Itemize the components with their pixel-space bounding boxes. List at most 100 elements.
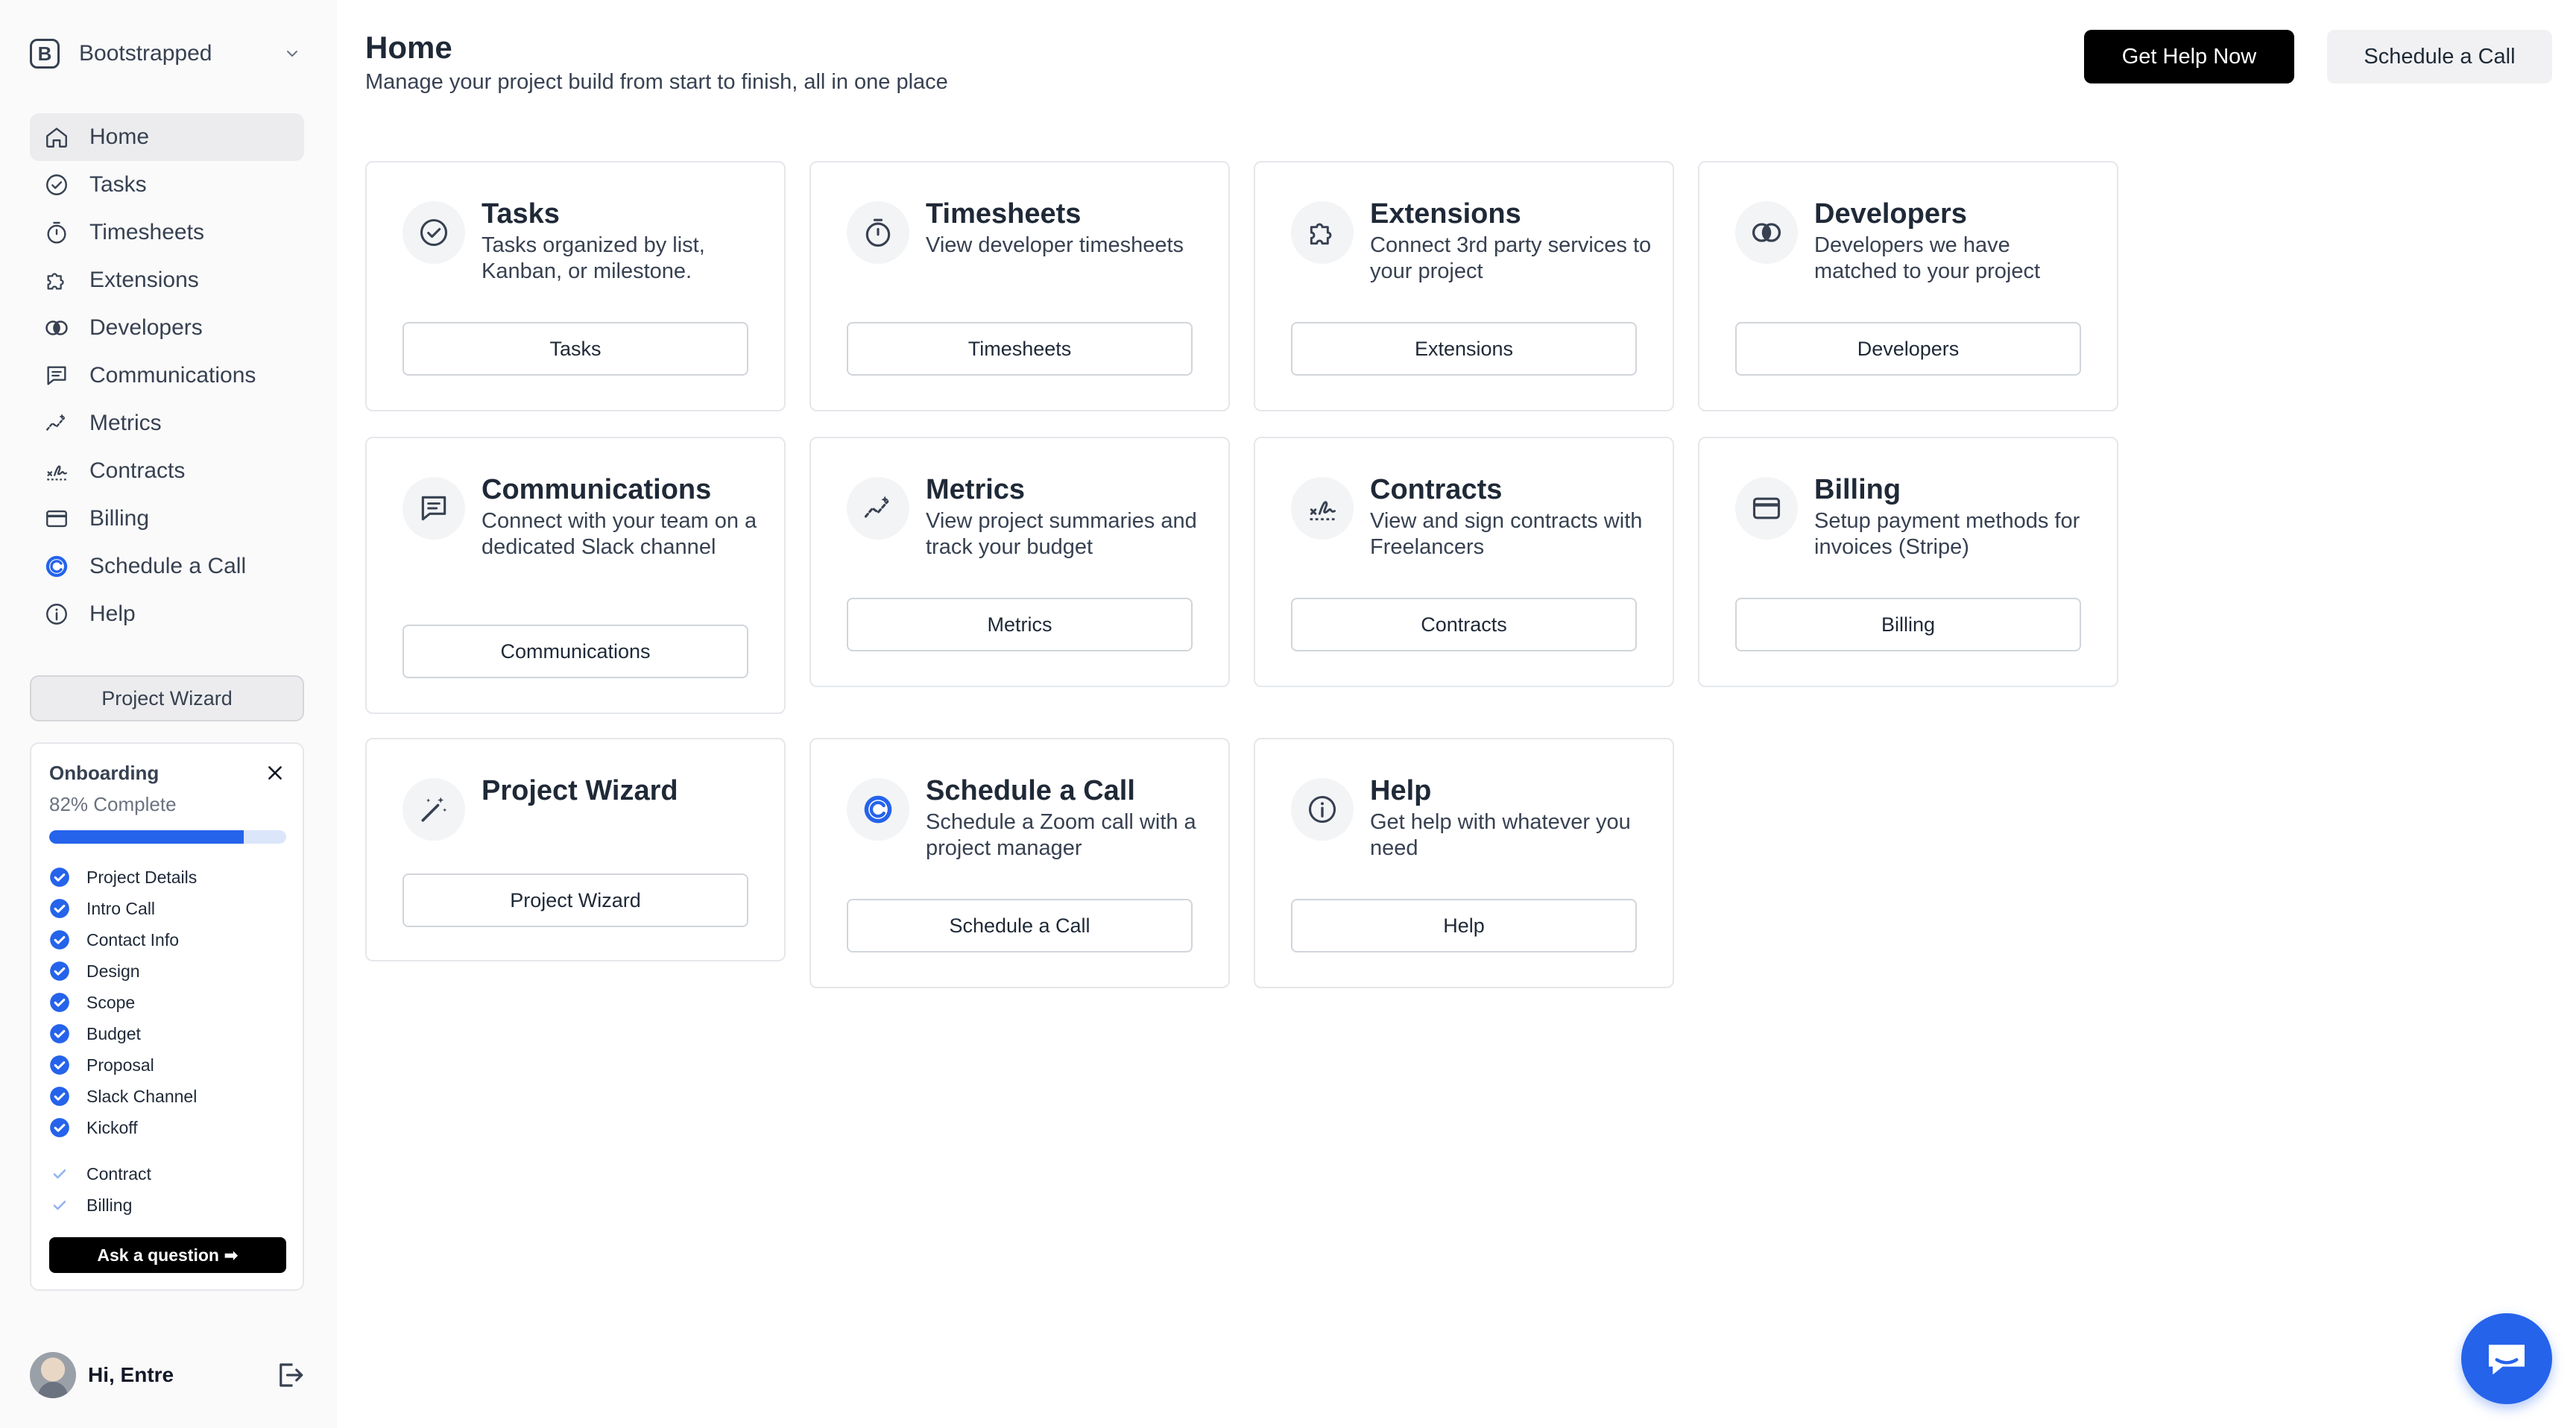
- sidebar-item-extensions[interactable]: Extensions: [30, 256, 304, 304]
- card-communications: Communications Connect with your team on…: [365, 437, 786, 714]
- logout-icon[interactable]: [274, 1359, 306, 1391]
- schedule-call-button[interactable]: Schedule a Call: [2327, 30, 2552, 83]
- card-title: Timesheets: [926, 198, 1082, 230]
- user-profile: Hi, Entre: [30, 1350, 306, 1400]
- metrics-button[interactable]: Metrics: [847, 598, 1193, 651]
- card-description: View project summaries and track your bu…: [926, 509, 1197, 559]
- onboarding-panel: Onboarding 82% Complete Project Details …: [30, 742, 304, 1291]
- sidebar-item-communications[interactable]: Communications: [30, 352, 304, 399]
- checklist-item-label: Scope: [86, 992, 136, 1012]
- page-subtitle: Manage your project build from start to …: [365, 70, 948, 94]
- timesheets-button[interactable]: Timesheets: [847, 322, 1193, 376]
- avatar[interactable]: [30, 1352, 76, 1398]
- card-description: Setup payment methods for invoices (Stri…: [1814, 509, 2080, 559]
- extensions-button[interactable]: Extensions: [1291, 322, 1637, 376]
- chat-launcher-button[interactable]: [2461, 1313, 2552, 1404]
- card-title: Help: [1370, 775, 1432, 806]
- card-schedule-call: Schedule a Call Schedule a Zoom call wit…: [809, 738, 1230, 988]
- credit-card-icon: [43, 505, 70, 532]
- schedule-call-card-button[interactable]: Schedule a Call: [847, 899, 1193, 952]
- sidebar-item-contracts[interactable]: Contracts: [30, 447, 304, 495]
- checklist-item-label: Contact Info: [86, 929, 180, 950]
- checklist-item[interactable]: Scope: [49, 987, 197, 1018]
- checklist-item[interactable]: Kickoff: [49, 1112, 197, 1143]
- checklist-item[interactable]: Slack Channel: [49, 1081, 197, 1112]
- checklist-item-label: Proposal: [86, 1055, 154, 1075]
- sidebar: B Bootstrapped Home Tasks Timesheets Ext…: [0, 0, 337, 1428]
- card-title: Tasks: [482, 198, 560, 230]
- card-timesheets: Timesheets View developer timesheets Tim…: [809, 161, 1230, 411]
- checklist-item-label: Design: [86, 961, 140, 981]
- onboarding-progress-fill: [49, 830, 244, 844]
- onboarding-percent: 82% Complete: [49, 793, 177, 815]
- card-title: Project Wizard: [482, 775, 678, 806]
- sidebar-item-label: Help: [89, 601, 136, 626]
- ask-question-button[interactable]: Ask a question ➡: [49, 1237, 286, 1273]
- sidebar-item-label: Communications: [89, 363, 256, 388]
- checklist-item-pending[interactable]: Billing: [49, 1190, 197, 1221]
- check-filled-icon: [49, 992, 70, 1013]
- sidebar-item-home[interactable]: Home: [30, 113, 304, 161]
- card-description: View developer timesheets: [926, 233, 1184, 257]
- project-wizard-button[interactable]: Project Wizard: [30, 675, 304, 721]
- card-title: Contracts: [1370, 474, 1503, 505]
- checklist-item-pending[interactable]: Contract: [49, 1158, 197, 1190]
- check-filled-icon: [49, 1117, 70, 1138]
- developers-button[interactable]: Developers: [1735, 322, 2081, 376]
- check-circle-icon: [43, 171, 70, 198]
- checklist-item[interactable]: Design: [49, 955, 197, 987]
- page-title: Home: [365, 30, 452, 65]
- checklist-item[interactable]: Proposal: [49, 1049, 197, 1081]
- close-icon[interactable]: [265, 763, 285, 783]
- contracts-button[interactable]: Contracts: [1291, 598, 1637, 651]
- signature-icon: [43, 458, 70, 484]
- tasks-button[interactable]: Tasks: [402, 322, 748, 376]
- sidebar-nav: Home Tasks Timesheets Extensions Develop…: [30, 113, 304, 638]
- card-developers: Developers Developers we have matched to…: [1698, 161, 2118, 411]
- checklist-item[interactable]: Intro Call: [49, 893, 197, 924]
- info-icon: [43, 601, 70, 628]
- card-title: Billing: [1814, 474, 1901, 505]
- sidebar-item-tasks[interactable]: Tasks: [30, 161, 304, 209]
- checklist-item[interactable]: Budget: [49, 1018, 197, 1049]
- sidebar-item-label: Developers: [89, 315, 203, 340]
- card-title: Schedule a Call: [926, 775, 1135, 806]
- sidebar-item-billing[interactable]: Billing: [30, 495, 304, 543]
- chat-icon: [402, 477, 465, 540]
- sidebar-item-label: Timesheets: [89, 220, 204, 244]
- check-filled-icon: [49, 1023, 70, 1044]
- sidebar-item-label: Billing: [89, 506, 150, 531]
- sidebar-item-help[interactable]: Help: [30, 590, 304, 638]
- developers-icon: [1735, 201, 1798, 264]
- card-description: View and sign contracts with Freelancers: [1370, 509, 1643, 559]
- stopwatch-icon: [847, 201, 909, 264]
- check-circle-icon: [402, 201, 465, 264]
- project-wizard-card-button[interactable]: Project Wizard: [402, 873, 748, 927]
- chat-bubble-icon: [2489, 1345, 2525, 1375]
- sidebar-item-developers[interactable]: Developers: [30, 304, 304, 352]
- sidebar-item-timesheets[interactable]: Timesheets: [30, 209, 304, 256]
- sidebar-item-metrics[interactable]: Metrics: [30, 399, 304, 447]
- sidebar-item-schedule-call[interactable]: Schedule a Call: [30, 543, 304, 590]
- checklist-item-label: Billing: [86, 1195, 133, 1215]
- info-icon: [1291, 778, 1354, 841]
- get-help-now-button[interactable]: Get Help Now: [2084, 30, 2294, 83]
- org-switcher[interactable]: B Bootstrapped: [30, 34, 300, 73]
- checklist-item-label: Intro Call: [86, 898, 156, 918]
- card-project-wizard: Project Wizard Project Wizard: [365, 738, 786, 961]
- card-description: Get help with whatever you need: [1370, 810, 1631, 860]
- onboarding-checklist: Project Details Intro Call Contact Info …: [49, 862, 197, 1221]
- card-description: Connect 3rd party services to your proje…: [1370, 233, 1652, 283]
- checklist-item[interactable]: Contact Info: [49, 924, 197, 955]
- sparkline-icon: [847, 477, 909, 540]
- card-metrics: Metrics View project summaries and track…: [809, 437, 1230, 687]
- checklist-item[interactable]: Project Details: [49, 862, 197, 893]
- help-button[interactable]: Help: [1291, 899, 1637, 952]
- billing-button[interactable]: Billing: [1735, 598, 2081, 651]
- signature-icon: [1291, 477, 1354, 540]
- magic-wand-icon: [402, 778, 465, 841]
- checklist-item-label: Contract: [86, 1163, 151, 1184]
- communications-button[interactable]: Communications: [402, 625, 748, 678]
- card-extensions: Extensions Connect 3rd party services to…: [1254, 161, 1674, 411]
- check-filled-icon: [49, 898, 70, 919]
